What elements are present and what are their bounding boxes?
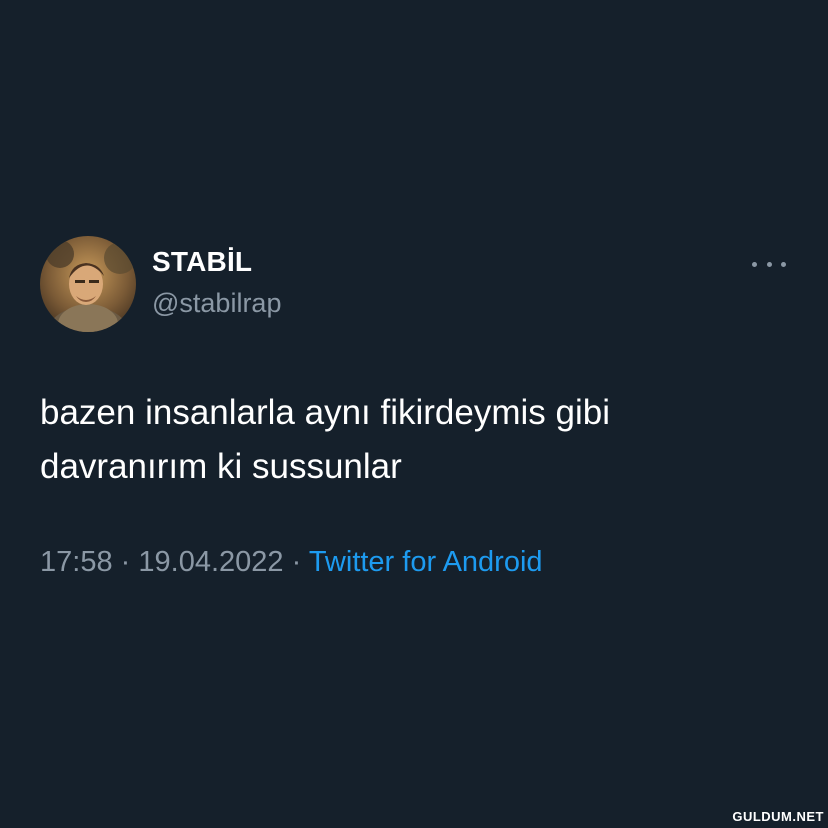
tweet-screenshot: STABİL @stabilrap bazen insanlarla aynı … <box>0 0 828 828</box>
dot <box>781 261 786 267</box>
tweet-text: bazen insanlarla aynı fikirdeymis gibi d… <box>40 386 800 494</box>
display-name[interactable]: STABİL <box>152 246 252 278</box>
meta-separator: · <box>120 546 131 578</box>
avatar[interactable] <box>40 236 136 332</box>
more-horizontal-icon[interactable] <box>752 252 786 276</box>
tweet-time[interactable]: 17:58 <box>40 546 113 578</box>
tweet-date[interactable]: 19.04.2022 <box>138 546 283 578</box>
tweet-text-line: bazen insanlarla aynı fikirdeymis gibi <box>40 393 610 432</box>
avatar-photo <box>40 236 136 332</box>
watermark: GULDUM.NET <box>732 809 824 824</box>
dot <box>766 261 772 267</box>
user-handle[interactable]: @stabilrap <box>152 288 281 319</box>
tweet-text-line: davranırım ki sussunlar <box>40 447 402 486</box>
tweet-source-link[interactable]: Twitter for Android <box>309 546 543 578</box>
tweet-meta: 17:58 · 19.04.2022 · Twitter for Android <box>40 546 543 579</box>
dot <box>752 261 757 267</box>
meta-separator: · <box>291 546 302 578</box>
